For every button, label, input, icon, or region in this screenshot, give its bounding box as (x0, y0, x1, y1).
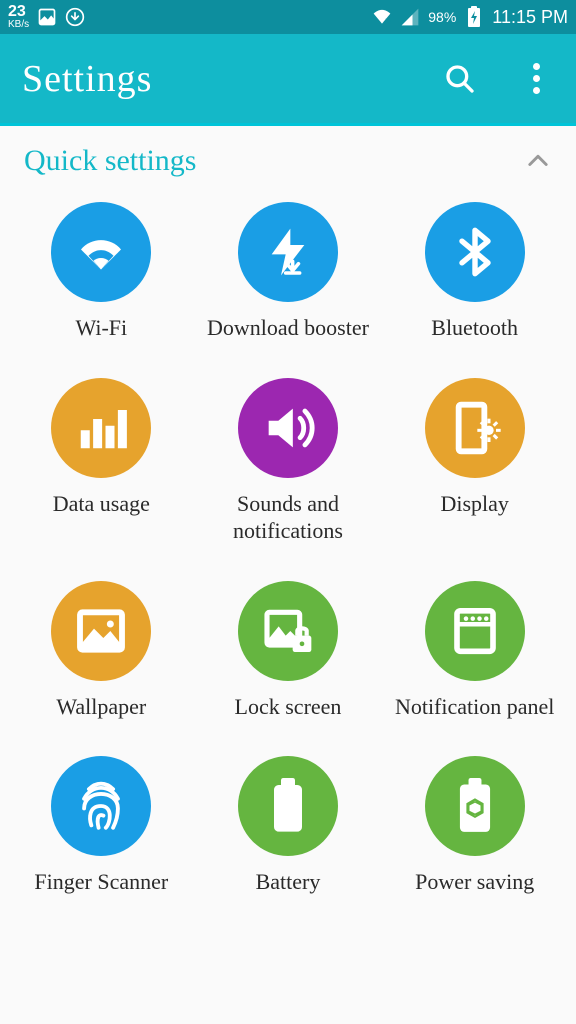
more-icon (533, 63, 540, 94)
tile-wallpaper[interactable]: Wallpaper (8, 581, 195, 721)
quick-settings-grid: Wi-Fi Download booster Bluetooth Data us… (0, 188, 576, 910)
download-booster-icon (238, 202, 338, 302)
display-icon (425, 378, 525, 478)
tile-label: Wi-Fi (75, 314, 127, 342)
battery-charging-icon (464, 7, 484, 27)
tile-data-usage[interactable]: Data usage (8, 378, 195, 545)
tile-notification-panel[interactable]: Notification panel (381, 581, 568, 721)
battery-icon (238, 756, 338, 856)
page-title: Settings (22, 57, 152, 101)
quick-settings-header[interactable]: Quick settings (0, 126, 576, 188)
image-icon (37, 7, 57, 27)
tile-label: Power saving (415, 868, 534, 896)
battery-percent: 98% (428, 9, 456, 25)
section-title: Quick settings (24, 144, 197, 178)
chevron-up-icon (524, 147, 552, 175)
tile-sounds[interactable]: Sounds and notifications (195, 378, 382, 545)
wifi-status-icon (372, 7, 392, 27)
tile-label: Wallpaper (56, 693, 146, 721)
signal-icon (400, 7, 420, 27)
search-button[interactable] (444, 63, 476, 95)
tile-battery[interactable]: Battery (195, 756, 382, 896)
tile-label: Finger Scanner (34, 868, 168, 896)
network-speed: 23 KB/s (8, 5, 29, 28)
tile-download-booster[interactable]: Download booster (195, 202, 382, 342)
bluetooth-icon (425, 202, 525, 302)
tile-finger-scanner[interactable]: Finger Scanner (8, 756, 195, 896)
download-manager-icon (65, 7, 85, 27)
more-options-button[interactable] (520, 63, 552, 95)
tile-lock-screen[interactable]: Lock screen (195, 581, 382, 721)
tile-display[interactable]: Display (381, 378, 568, 545)
search-icon (444, 62, 476, 96)
tile-label: Download booster (207, 314, 369, 342)
power-saving-icon (425, 756, 525, 856)
status-bar: 23 KB/s 98% 11:15 PM (0, 0, 576, 34)
tile-bluetooth[interactable]: Bluetooth (381, 202, 568, 342)
tile-label: Display (440, 490, 508, 518)
tile-label: Battery (256, 868, 321, 896)
tile-label: Lock screen (235, 693, 342, 721)
action-bar: Settings (0, 34, 576, 126)
tile-label: Notification panel (395, 693, 554, 721)
tile-power-saving[interactable]: Power saving (381, 756, 568, 896)
tile-wifi[interactable]: Wi-Fi (8, 202, 195, 342)
tile-label: Data usage (53, 490, 150, 518)
notification-panel-icon (425, 581, 525, 681)
wifi-icon (51, 202, 151, 302)
sound-icon (238, 378, 338, 478)
data-usage-icon (51, 378, 151, 478)
fingerprint-icon (51, 756, 151, 856)
wallpaper-icon (51, 581, 151, 681)
status-time: 11:15 PM (492, 7, 568, 28)
tile-label: Bluetooth (431, 314, 518, 342)
tile-label: Sounds and notifications (203, 490, 373, 545)
lock-screen-icon (238, 581, 338, 681)
